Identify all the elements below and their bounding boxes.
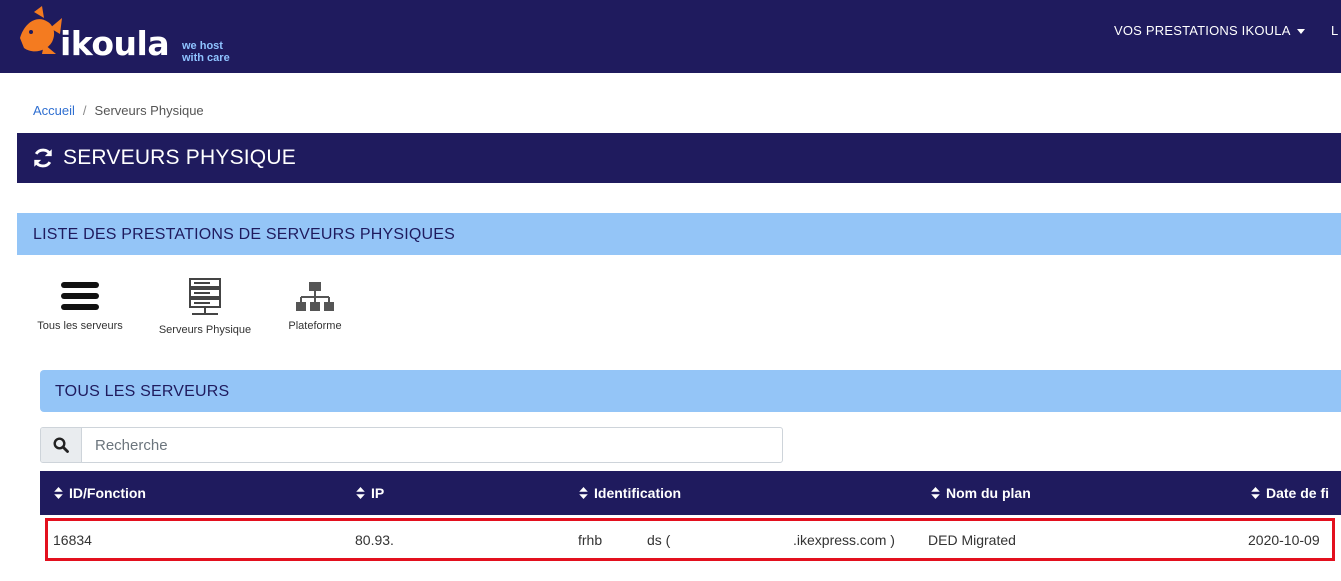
cell-plan: DED Migrated	[928, 532, 1016, 548]
logo-tagline: we host with care	[182, 40, 230, 64]
list-icon	[61, 282, 99, 310]
table-header: ID/Fonction IP Identification Nom du pla…	[40, 471, 1341, 515]
page-header: SERVEURS PHYSIQUE	[17, 133, 1341, 183]
subsection-title: TOUS LES SERVEURS	[55, 383, 230, 400]
cell-date: 2020-10-09	[1248, 532, 1320, 548]
cell-ip: 80.93.	[355, 532, 394, 548]
page-title: SERVEURS PHYSIQUE	[63, 146, 296, 169]
nav-item-next[interactable]: L	[1331, 23, 1338, 38]
caret-down-icon	[1296, 29, 1305, 35]
logo-wordmark: ikoula	[60, 24, 170, 63]
sort-icon	[579, 487, 588, 499]
breadcrumb-home-link[interactable]: Accueil	[33, 103, 75, 118]
column-header-date[interactable]: Date de fi	[1251, 485, 1329, 501]
filter-platform[interactable]: Plateforme	[282, 278, 348, 332]
cell-identification-host: frhb	[578, 532, 603, 548]
top-navbar: ikoula we host with care VOS PRESTATIONS…	[0, 0, 1341, 73]
server-icon	[189, 278, 221, 315]
sort-icon	[1251, 487, 1260, 499]
section-title: LISTE DES PRESTATIONS DE SERVEURS PHYSIQ…	[33, 226, 456, 243]
subsection-header: TOUS LES SERVEURS	[40, 370, 1341, 412]
refresh-icon	[34, 148, 52, 168]
search-input[interactable]	[82, 428, 782, 462]
sort-icon	[356, 487, 365, 499]
filter-label: Serveurs Physique	[158, 324, 252, 336]
cell-id: 16834	[53, 532, 92, 548]
column-header-identification[interactable]: Identification	[579, 485, 681, 501]
column-header-ip[interactable]: IP	[356, 485, 384, 501]
filter-physical-servers[interactable]: Serveurs Physique	[152, 278, 258, 336]
filter-label: Plateforme	[288, 320, 342, 332]
search-addon[interactable]	[41, 428, 82, 462]
sitemap-icon	[296, 282, 334, 311]
column-header-id[interactable]: ID/Fonction	[54, 485, 146, 501]
section-header: LISTE DES PRESTATIONS DE SERVEURS PHYSIQ…	[17, 213, 1341, 255]
column-header-plan[interactable]: Nom du plan	[931, 485, 1031, 501]
ikoula-logo[interactable]: ikoula we host with care	[14, 4, 244, 68]
breadcrumb-current: Serveurs Physique	[94, 103, 204, 118]
breadcrumb-separator: /	[82, 103, 87, 118]
breadcrumb: Accueil / Serveurs Physique	[33, 103, 204, 118]
search-group	[40, 427, 783, 463]
filter-label: Tous les serveurs	[37, 320, 123, 332]
cell-identification-domain: .ikexpress.com )	[793, 532, 895, 548]
sort-icon	[931, 487, 940, 499]
cell-identification-prefix: ds (	[647, 532, 671, 548]
sort-icon	[54, 487, 63, 499]
filter-all-servers[interactable]: Tous les serveurs	[33, 278, 127, 332]
table-row[interactable]: 16834 80.93. frhb ds ( .ikexpress.com ) …	[45, 518, 1335, 561]
search-icon	[53, 437, 69, 453]
nav-prestations-dropdown[interactable]: VOS PRESTATIONS IKOULA	[1114, 23, 1305, 38]
